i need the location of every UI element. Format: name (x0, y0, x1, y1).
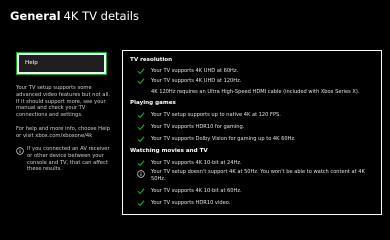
row-text: Your TV supports 4K 10-bit at 60Hz. (151, 187, 242, 194)
section-title-playing-games: Playing games (130, 100, 176, 106)
info-icon (16, 147, 24, 155)
list-item: Your TV setup supports up to native 4K a… (129, 110, 377, 120)
row-text: Your TV supports HDR10 video. (151, 199, 231, 206)
row-text: Your TV supports 4K UHD at 120Hz. (151, 77, 242, 84)
list-item: Your TV setup doesn't support 4K at 50Hz… (129, 169, 377, 184)
page-title: General 4K TV details (10, 9, 139, 23)
tv-details-panel[interactable]: TV resolution Your TV supports 4K UHD at… (122, 50, 382, 215)
row-text: Your TV supports Dolby Vision for gaming… (151, 135, 296, 142)
check-icon (137, 112, 145, 119)
row-text: Your TV supports 4K 10-bit at 24Hz. (151, 159, 242, 166)
page-subtitle: 4K TV details (63, 9, 139, 23)
check-icon (137, 78, 145, 85)
help-button[interactable]: Help (16, 52, 107, 75)
help-info-text: For help and more info, choose Help or v… (16, 126, 110, 139)
check-icon (137, 136, 145, 143)
check-icon (137, 188, 145, 195)
help-button-face: Help (19, 55, 104, 72)
check-icon (137, 124, 145, 131)
av-receiver-note-text: If you connected an AV receiver or other… (27, 146, 110, 173)
list-item: Your TV supports 4K 10-bit at 24Hz. (129, 158, 377, 168)
list-item: Your TV supports 4K 10-bit at 60Hz. (129, 186, 377, 196)
check-icon (137, 160, 145, 167)
setup-summary-text: Your TV setup supports some advanced vid… (16, 85, 111, 119)
list-item: Your TV supports Dolby Vision for gaming… (129, 134, 377, 144)
check-icon (137, 68, 145, 75)
section-name: General (10, 9, 61, 23)
help-button-label: Help (25, 60, 38, 66)
row-text: Your TV supports HDR10 for gaming. (151, 123, 245, 130)
list-item: Your TV supports 4K UHD at 60Hz. (129, 66, 377, 76)
check-icon (137, 200, 145, 207)
row-text: Your TV setup doesn't support 4K at 50Hz… (151, 169, 365, 182)
list-item: 4K 120Hz requires an Ultra High-Speed HD… (129, 87, 377, 97)
list-item: Your TV supports HDR10 for gaming. (129, 122, 377, 132)
section-title-tv-resolution: TV resolution (130, 57, 173, 63)
list-item: Your TV supports 4K UHD at 120Hz. (129, 76, 377, 86)
info-icon (137, 170, 145, 178)
list-item: Your TV supports HDR10 video. (129, 198, 377, 208)
row-text: Your TV setup supports up to native 4K a… (151, 111, 281, 118)
row-text: Your TV supports 4K UHD at 60Hz. (151, 67, 239, 74)
row-text: 4K 120Hz requires an Ultra High-Speed HD… (151, 88, 360, 95)
section-title-watching-movies: Watching movies and TV (130, 148, 208, 154)
